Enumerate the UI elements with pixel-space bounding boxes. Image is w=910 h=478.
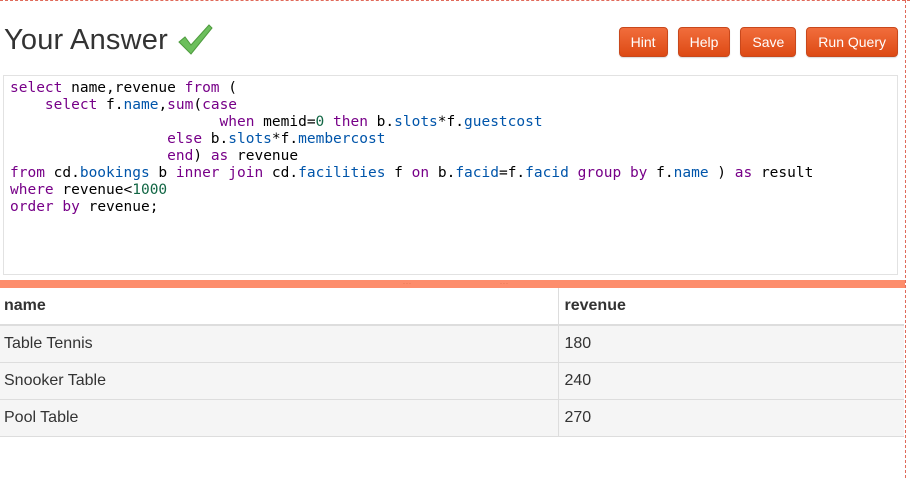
table-row: Table Tennis 180 <box>0 325 904 363</box>
splitter-grip-left[interactable]: ··· <box>403 281 412 287</box>
frame-border-top <box>0 0 910 1</box>
cell-revenue: 240 <box>558 362 904 400</box>
frame-border-right <box>905 0 906 478</box>
answer-header: Your Answer <box>4 22 214 58</box>
results-table: name revenue Table Tennis 180 Snooker Ta… <box>0 288 904 437</box>
cell-name: Pool Table <box>0 399 559 437</box>
checkmark-icon <box>178 24 213 55</box>
table-row: Pool Table 270 <box>0 399 904 437</box>
cell-revenue: 270 <box>558 399 904 437</box>
cell-name: Table Tennis <box>0 325 559 363</box>
table-row: Snooker Table 240 <box>0 362 904 400</box>
column-header-name: name <box>0 288 559 326</box>
cell-name: Snooker Table <box>0 362 559 400</box>
save-button[interactable]: Save <box>740 27 797 57</box>
table-header-row: name revenue <box>0 288 904 326</box>
splitter-grip-right[interactable]: ··· <box>500 281 509 287</box>
resize-splitter[interactable]: ··· ··· <box>0 280 905 288</box>
page-title: Your Answer <box>4 23 168 56</box>
sql-editor[interactable]: select name,revenue from ( select f.name… <box>3 75 898 275</box>
hint-button[interactable]: Hint <box>618 27 668 57</box>
run-query-button[interactable]: Run Query <box>806 27 898 57</box>
toolbar: Hint Help Save Run Query <box>618 27 898 57</box>
sql-code[interactable]: select name,revenue from ( select f.name… <box>10 80 897 216</box>
column-header-revenue: revenue <box>558 288 904 326</box>
cell-revenue: 180 <box>558 325 904 363</box>
help-button[interactable]: Help <box>677 27 731 57</box>
